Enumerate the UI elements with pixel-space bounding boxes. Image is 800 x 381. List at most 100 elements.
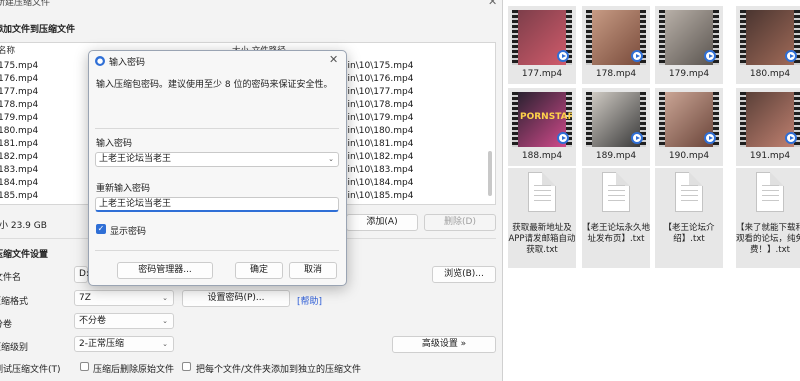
text-file-tile[interactable]: 【老王论坛介绍】.txt	[655, 168, 723, 268]
video-file-tile[interactable]: 178.mp4	[582, 6, 650, 84]
password-manager-button[interactable]: 密码管理器...	[117, 262, 213, 279]
filename-input[interactable]: D:\	[74, 266, 92, 283]
file-row-name[interactable]: 175.mp4	[0, 60, 38, 73]
file-row-path: lin\10\177.mp4	[345, 87, 414, 97]
separate-archive-checkbox[interactable]	[182, 362, 191, 371]
video-file-name: 191.mp4	[749, 151, 791, 161]
delete-after-label[interactable]: 压缩后删除原始文件	[93, 362, 174, 375]
video-file-tile[interactable]: 180.mp4	[736, 6, 800, 84]
delete-after-checkbox[interactable]	[80, 362, 89, 371]
text-file-tile[interactable]: 【来了就能下载和观看的论坛，纯免费！】.txt	[736, 168, 800, 268]
play-badge-icon	[631, 50, 643, 62]
text-document-icon	[675, 172, 703, 212]
play-badge-icon	[704, 50, 716, 62]
column-name[interactable]: 名称	[0, 44, 15, 56]
file-row-name[interactable]: 184.mp4	[0, 177, 38, 190]
video-file-name: 177.mp4	[521, 69, 563, 79]
confirm-password-input[interactable]: 上老王论坛当老王	[95, 197, 339, 212]
confirm-password-label: 重新输入密码	[96, 184, 151, 194]
advanced-button[interactable]: 高级设置 »	[392, 336, 496, 353]
file-row-name[interactable]: 185.mp4	[0, 190, 38, 203]
chevron-down-icon: ⌄	[162, 294, 168, 302]
video-file-tile[interactable]: 179.mp4	[655, 6, 723, 84]
show-password-label[interactable]: 显示密码	[110, 224, 146, 237]
add-button[interactable]: 添加(A)	[346, 214, 418, 231]
play-badge-icon	[785, 132, 797, 144]
password-input[interactable]: 上老王论坛当老王 ⌄	[95, 152, 339, 167]
video-thumbnail: PORNSTAR	[512, 92, 572, 147]
split-value: 不分卷	[79, 316, 107, 326]
show-password-checkbox[interactable]: ✓	[96, 224, 106, 234]
set-password-button[interactable]: 设置密码(P)...	[182, 290, 290, 307]
video-file-tile[interactable]: 191.mp4	[736, 88, 800, 166]
file-row-path: lin\10\176.mp4	[345, 74, 414, 84]
video-file-name: 189.mp4	[595, 151, 637, 161]
compress-window-title: 新建压缩文件	[0, 0, 51, 8]
text-file-tile[interactable]: 获取最新地址及APP请发邮箱自动获取.txt	[508, 168, 576, 268]
text-file-name: 【老王论坛介绍】.txt	[663, 223, 715, 244]
file-row-name[interactable]: 182.mp4	[0, 151, 38, 164]
dialog-title: 输入密码	[109, 58, 146, 68]
file-row-name[interactable]: 183.mp4	[0, 164, 38, 177]
format-select[interactable]: 7Z ⌄	[74, 290, 174, 306]
file-row-path: lin\10\180.mp4	[345, 126, 414, 136]
ok-button[interactable]: 确定	[235, 262, 283, 279]
video-file-tile[interactable]: 189.mp4	[582, 88, 650, 166]
section-settings: 压缩文件设置	[0, 250, 49, 260]
file-row-name[interactable]: 180.mp4	[0, 125, 38, 138]
divider	[95, 250, 339, 251]
video-thumbnail	[586, 10, 646, 65]
password-value: 上老王论坛当老王	[99, 154, 172, 164]
play-badge-icon	[704, 132, 716, 144]
total-size: 大小 23.9 GB	[0, 221, 47, 231]
close-icon[interactable]: ✕	[488, 0, 497, 8]
file-row-path: lin\10\185.mp4	[345, 191, 414, 201]
play-badge-icon	[631, 132, 643, 144]
text-file-name: 【来了就能下载和观看的论坛，纯免费！】.txt	[736, 223, 800, 255]
play-badge-icon	[785, 50, 797, 62]
chevron-down-icon: ⌄	[162, 317, 168, 325]
divider	[95, 128, 339, 129]
file-row-name[interactable]: 177.mp4	[0, 86, 38, 99]
video-file-tile[interactable]: PORNSTAR 188.mp4	[508, 88, 576, 166]
file-row-name[interactable]: 178.mp4	[0, 99, 38, 112]
video-file-name: 188.mp4	[521, 151, 563, 161]
video-file-name: 180.mp4	[749, 69, 791, 79]
video-file-tile[interactable]: 177.mp4	[508, 6, 576, 84]
file-row-path: lin\10\181.mp4	[345, 139, 414, 149]
file-row-path: lin\10\182.mp4	[345, 152, 414, 162]
chevron-down-icon[interactable]: ⌄	[328, 153, 334, 166]
file-row-name[interactable]: 179.mp4	[0, 112, 38, 125]
video-file-name: 179.mp4	[668, 69, 710, 79]
file-row-name[interactable]: 176.mp4	[0, 73, 38, 86]
thumbnail-text: PORNSTAR	[520, 112, 572, 122]
browse-button[interactable]: 浏览(B)...	[432, 266, 496, 283]
separate-archive-label[interactable]: 把每个文件/文件夹添加到独立的压缩文件	[196, 362, 361, 375]
file-row-name[interactable]: 181.mp4	[0, 138, 38, 151]
level-value: 2-正常压缩	[79, 339, 124, 349]
file-row-path: lin\10\175.mp4	[345, 61, 414, 71]
file-list-scrollbar[interactable]	[488, 151, 492, 196]
password-dialog: ● 输入密码 ✕ 输入压缩包密码。建议使用至少 8 位的密码来保证安全性。 输入…	[88, 50, 347, 286]
text-file-tile[interactable]: 【老王论坛永久地址发布页】.txt	[582, 168, 650, 268]
level-select[interactable]: 2-正常压缩 ⌄	[74, 336, 174, 352]
file-row-path: lin\10\183.mp4	[345, 165, 414, 175]
split-select[interactable]: 不分卷 ⌄	[74, 313, 174, 329]
video-thumbnail	[659, 92, 719, 147]
password-label: 输入密码	[96, 139, 133, 149]
help-link[interactable]: [帮助]	[297, 294, 322, 307]
chevron-down-icon: ⌄	[162, 340, 168, 348]
delete-button[interactable]: 删除(D)	[424, 214, 496, 231]
filename-label: 文件名	[0, 273, 22, 283]
split-label: 分卷	[0, 320, 13, 330]
app-icon: ●	[95, 56, 105, 66]
video-file-tile[interactable]: 190.mp4	[655, 88, 723, 166]
text-file-name: 获取最新地址及APP请发邮箱自动获取.txt	[508, 223, 576, 255]
video-thumbnail	[740, 10, 800, 65]
video-file-name: 190.mp4	[668, 151, 710, 161]
format-label: 压缩格式	[0, 297, 29, 307]
text-document-icon	[528, 172, 556, 212]
cancel-button[interactable]: 取消	[289, 262, 337, 279]
test-archive-label[interactable]: 测试压缩文件(T)	[0, 362, 61, 375]
close-icon[interactable]: ✕	[329, 53, 338, 66]
